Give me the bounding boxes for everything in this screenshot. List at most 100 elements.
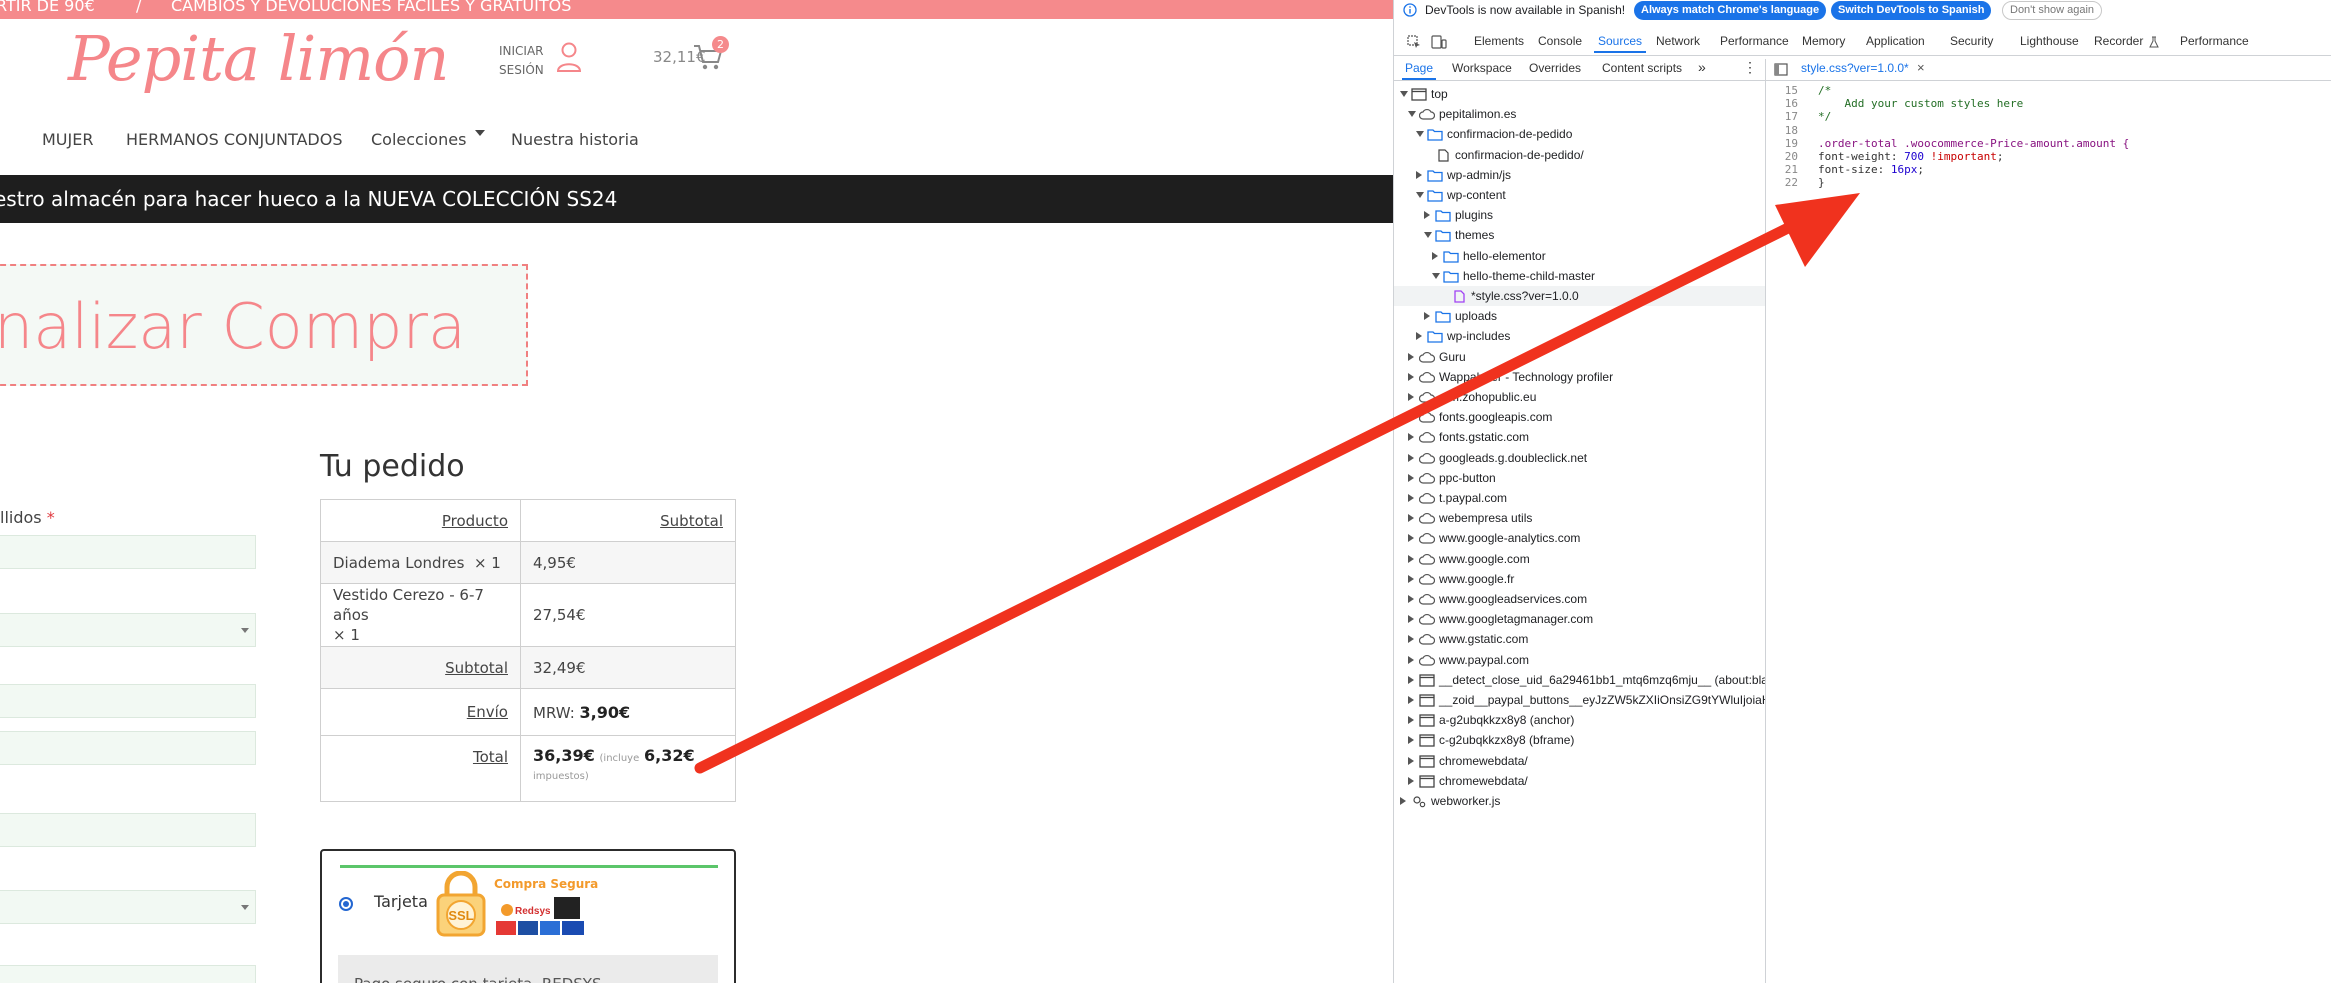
user-icon[interactable]: [556, 42, 582, 72]
code-line[interactable]: 18: [1766, 124, 2331, 137]
tab-memory[interactable]: Memory: [1802, 34, 1845, 48]
list-item[interactable]: googleads.g.doubleclick.net: [1394, 448, 1765, 468]
close-icon[interactable]: ×: [1917, 60, 1925, 75]
inspect-element-icon[interactable]: [1407, 35, 1421, 49]
chevron-right-icon[interactable]: [1408, 776, 1414, 785]
subtab-workspace[interactable]: Workspace: [1452, 61, 1512, 75]
chevron-down-icon[interactable]: [1432, 272, 1440, 279]
tab-performance[interactable]: Performance: [1720, 34, 1789, 48]
list-item[interactable]: www.googleadservices.com: [1394, 589, 1765, 609]
chevron-right-icon[interactable]: [1408, 716, 1414, 725]
form-input-3[interactable]: [0, 731, 256, 765]
tab-network[interactable]: Network: [1656, 34, 1700, 48]
list-item[interactable]: www.google-analytics.com: [1394, 528, 1765, 548]
list-item[interactable]: www.googletagmanager.com: [1394, 609, 1765, 629]
pane-divider[interactable]: [1765, 59, 1766, 983]
payment-radio-card[interactable]: [339, 897, 353, 911]
form-input-2[interactable]: [0, 684, 256, 718]
chevron-right-icon[interactable]: [1416, 332, 1422, 341]
chevron-down-icon[interactable]: [1416, 192, 1424, 198]
code-line[interactable]: 22}: [1766, 176, 2331, 189]
chevron-right-icon[interactable]: [1408, 453, 1414, 462]
chevron-right-icon[interactable]: [1408, 494, 1414, 502]
list-item[interactable]: ppc-button: [1394, 468, 1765, 488]
code-line[interactable]: 15 /*: [1766, 84, 2331, 97]
login-link[interactable]: INICIAR SESIÓN: [499, 42, 559, 80]
tab-recorder[interactable]: Recorder: [2094, 34, 2143, 48]
form-input-5[interactable]: [0, 965, 256, 983]
match-language-button[interactable]: Always match Chrome's language: [1634, 1, 1827, 20]
list-item[interactable]: a-g2ubqkkzx8y8 (anchor): [1394, 710, 1765, 730]
list-item[interactable]: www.paypal.com: [1394, 650, 1765, 670]
site-logo[interactable]: Pepita limón: [68, 22, 449, 95]
list-item[interactable]: confirmacion-de-pedido: [1394, 124, 1765, 144]
chevron-right-icon[interactable]: [1408, 413, 1414, 422]
chevron-right-icon[interactable]: [1408, 675, 1414, 684]
subtab-page[interactable]: Page: [1401, 61, 1437, 80]
chevron-right-icon[interactable]: [1408, 473, 1414, 482]
list-item[interactable]: fonts.gstatic.com: [1394, 427, 1765, 447]
tab-sources[interactable]: Sources: [1593, 34, 1647, 53]
chevron-right-icon[interactable]: [1432, 251, 1438, 260]
chevron-right-icon[interactable]: [1408, 615, 1414, 624]
chevron-down-icon[interactable]: [1408, 111, 1416, 118]
chevron-right-icon[interactable]: [1408, 433, 1414, 442]
tab-elements[interactable]: Elements: [1474, 34, 1524, 48]
list-item[interactable]: __zoid__paypal_buttons__eyJzZW5kZXIiOnsi…: [1394, 690, 1765, 710]
nav-item-mujer[interactable]: MUJER: [42, 130, 93, 149]
list-item[interactable]: fonts.googleapis.com: [1394, 407, 1765, 427]
chevron-right-icon[interactable]: [1408, 595, 1414, 603]
code-line[interactable]: 16 Add your custom styles here: [1766, 97, 2331, 110]
list-item[interactable]: wp-admin/js: [1394, 165, 1765, 185]
list-item[interactable]: top: [1394, 84, 1765, 104]
list-item[interactable]: *style.css?ver=1.0.0: [1394, 286, 1765, 306]
list-item[interactable]: Guru: [1394, 347, 1765, 367]
chevron-down-icon[interactable]: [1416, 131, 1424, 138]
nav-item-colecciones[interactable]: Colecciones: [371, 130, 486, 149]
list-item[interactable]: pepitalimon.es: [1394, 104, 1765, 124]
chevron-right-icon[interactable]: [1408, 756, 1414, 765]
chevron-right-icon[interactable]: [1408, 514, 1414, 523]
nav-item-historia[interactable]: Nuestra historia: [511, 130, 639, 149]
list-item[interactable]: hello-elementor: [1394, 246, 1765, 266]
list-item[interactable]: themes: [1394, 225, 1765, 245]
form-select-2[interactable]: [0, 890, 256, 924]
list-item[interactable]: chromewebdata/: [1394, 771, 1765, 791]
list-item[interactable]: c-g2ubqkkzx8y8 (bframe): [1394, 730, 1765, 750]
chevron-right-icon[interactable]: [1408, 696, 1414, 704]
chevron-right-icon[interactable]: [1416, 170, 1422, 179]
form-input-4[interactable]: [0, 813, 256, 847]
tab-console[interactable]: Console: [1538, 34, 1582, 48]
code-line[interactable]: 21 font-size: 16px;: [1766, 163, 2331, 176]
tab-security[interactable]: Security: [1950, 34, 1993, 48]
list-item[interactable]: t.paypal.com: [1394, 488, 1765, 508]
form-select-1[interactable]: [0, 613, 256, 647]
chevron-right-icon[interactable]: [1408, 352, 1414, 361]
device-toolbar-icon[interactable]: [1431, 35, 1447, 49]
chevron-right-icon[interactable]: [1424, 312, 1430, 321]
list-item[interactable]: plugins: [1394, 205, 1765, 225]
list-item[interactable]: www.google.fr: [1394, 569, 1765, 589]
chevron-right-icon[interactable]: [1424, 211, 1430, 220]
tab-lighthouse[interactable]: Lighthouse: [2020, 34, 2079, 48]
subtab-content-scripts[interactable]: Content scripts: [1602, 61, 1682, 75]
chevron-down-icon[interactable]: [1424, 232, 1432, 239]
list-item[interactable]: wp-content: [1394, 185, 1765, 205]
list-item[interactable]: uploads: [1394, 306, 1765, 326]
list-item[interactable]: www.gstatic.com: [1394, 629, 1765, 649]
list-item[interactable]: www.google.com: [1394, 549, 1765, 569]
toggle-navigator-icon[interactable]: [1774, 63, 1788, 76]
form-input-1[interactable]: [0, 535, 256, 569]
chevron-right-icon[interactable]: [1408, 554, 1414, 563]
switch-spanish-button[interactable]: Switch DevTools to Spanish: [1831, 1, 1992, 20]
chevron-right-icon[interactable]: [1408, 574, 1414, 583]
chevron-right-icon[interactable]: [1408, 736, 1414, 745]
dont-show-again-button[interactable]: Don't show again: [2002, 1, 2103, 20]
chevron-right-icon[interactable]: [1408, 635, 1414, 644]
subtab-overrides[interactable]: Overrides: [1529, 61, 1581, 75]
list-item[interactable]: chromewebdata/: [1394, 751, 1765, 771]
tab-performance-insights[interactable]: Performance: [2180, 34, 2249, 48]
tab-application[interactable]: Application: [1866, 34, 1925, 48]
list-item[interactable]: __detect_close_uid_6a29461bb1_mtq6mzq6mj…: [1394, 670, 1765, 690]
chevron-right-icon[interactable]: [1408, 534, 1414, 543]
